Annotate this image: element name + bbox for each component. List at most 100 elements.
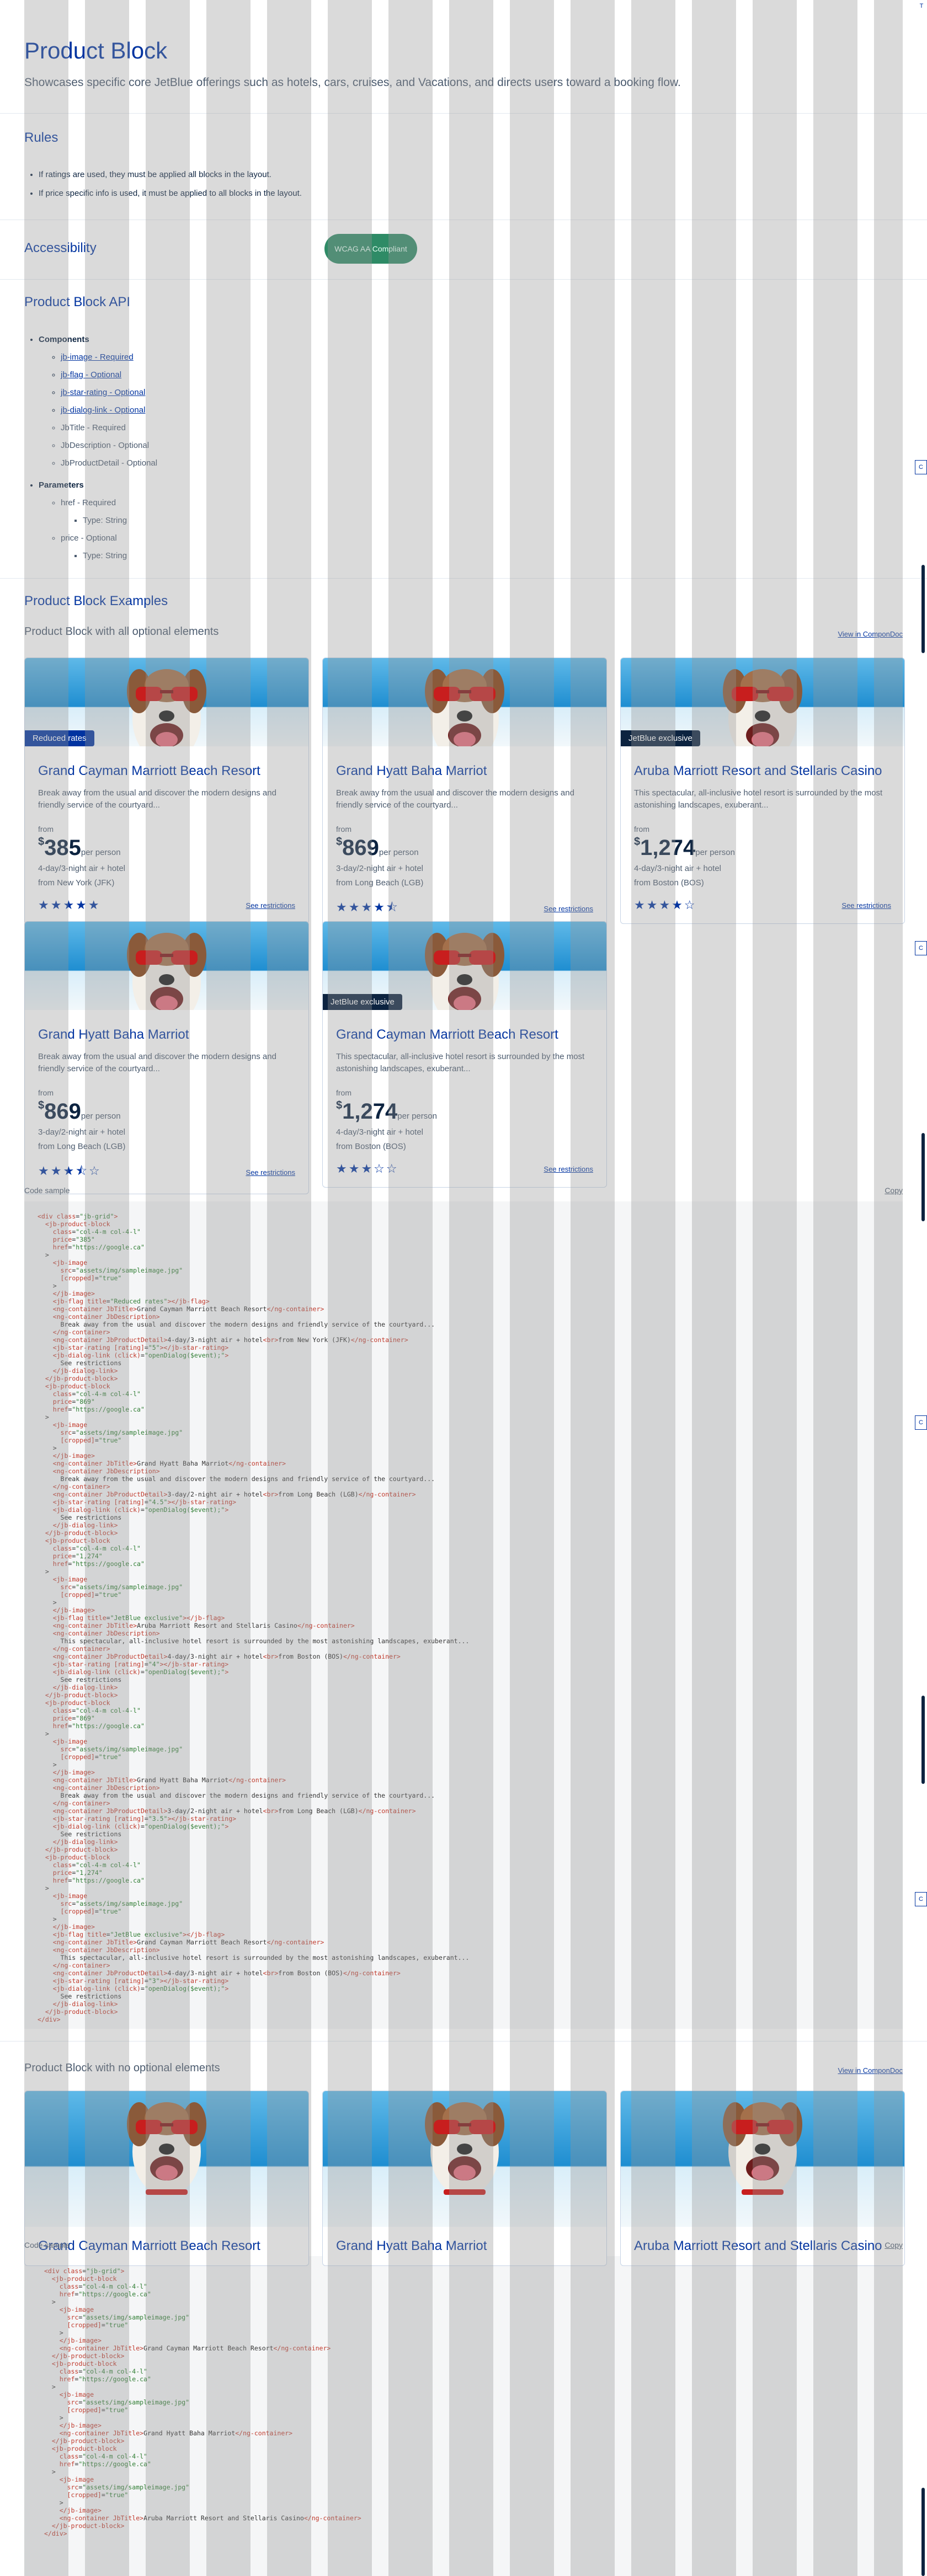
parameters-label: Parameters — [39, 480, 84, 490]
rule-item: If price specific info is used, it must … — [39, 184, 302, 203]
side-tab[interactable]: C — [915, 460, 927, 474]
card-image — [323, 2091, 606, 2227]
scroll-marker — [921, 565, 925, 653]
card-description: Break away from the usual and discover t… — [38, 788, 276, 810]
side-tab[interactable]: C — [915, 1415, 927, 1430]
card-detail: 4-day/3-night air + hotel — [38, 864, 126, 873]
dog-image — [723, 669, 802, 746]
dog-image — [127, 933, 206, 1010]
code-sample[interactable]: <div class="jb-grid"> <jb-product-block … — [24, 2256, 903, 2576]
card-image: JetBlue exclusive — [323, 922, 606, 1010]
card-flag: JetBlue exclusive — [323, 994, 402, 1010]
dog-image — [127, 2102, 206, 2196]
param-href: href - Required — [61, 498, 116, 507]
see-restrictions-link[interactable]: See restrictions — [544, 905, 593, 913]
api-link-jb-star-rating[interactable]: jb-star-rating - Optional — [61, 388, 145, 397]
see-restrictions-link[interactable]: See restrictions — [544, 1165, 593, 1173]
examples-title: Product Block Examples — [24, 594, 168, 608]
card-description: This spectacular, all-inclusive hotel re… — [336, 1052, 585, 1073]
code-sample[interactable]: <div class="jb-grid"> <jb-product-block … — [24, 1201, 903, 2029]
card-title: Grand Hyatt Baha Marriot — [336, 763, 487, 778]
product-card[interactable]: JetBlue exclusive Aruba Marriott Resort … — [620, 658, 905, 924]
dog-image — [127, 669, 206, 746]
card-from-label: from — [38, 1088, 54, 1097]
card-image — [621, 2091, 904, 2227]
card-from-label: from — [634, 825, 649, 833]
card-title: Grand Hyatt Baha Marriot — [38, 1027, 189, 1042]
star-rating: ★★★★★ — [38, 898, 101, 912]
card-image — [323, 658, 606, 746]
product-card[interactable]: Grand Hyatt Baha Marriot Break away from… — [322, 658, 607, 931]
view-in-compondoc-link[interactable]: View in ComponDoc — [838, 630, 903, 638]
card-detail: 3-day/2-night air + hotel — [336, 864, 424, 873]
copy-button[interactable]: Copy — [885, 1186, 903, 1195]
see-restrictions-link[interactable]: See restrictions — [246, 901, 295, 910]
param-price: price - Optional — [61, 533, 117, 543]
code-sample-label: Code sample — [24, 2241, 70, 2249]
components-label: Components — [39, 335, 89, 344]
card-origin: from Long Beach (LGB) — [38, 1142, 126, 1151]
card-description: Break away from the usual and discover t… — [336, 788, 574, 810]
card-origin: from Long Beach (LGB) — [336, 878, 424, 888]
api-list: Components jb-image - Required jb-flag -… — [39, 331, 157, 565]
card-flag: Reduced rates — [25, 730, 94, 746]
scroll-marker — [921, 1133, 925, 1221]
side-tab[interactable]: C — [915, 1892, 927, 1906]
card-price: $1,274per person — [336, 1099, 437, 1124]
card-title: Grand Cayman Marriott Beach Resort — [38, 2238, 260, 2253]
rules-list: If ratings are used, they must be applie… — [39, 165, 302, 203]
card-origin: from Boston (BOS) — [634, 878, 704, 888]
card-price: $869per person — [336, 836, 419, 860]
card-image: Reduced rates — [25, 658, 308, 746]
dog-image — [425, 669, 504, 746]
rule-item: If ratings are used, they must be applie… — [39, 165, 302, 184]
divider — [0, 113, 927, 114]
side-tab[interactable]: C — [915, 941, 927, 955]
product-card[interactable]: Grand Hyatt Baha Marriot Break away from… — [24, 921, 309, 1194]
card-flag: JetBlue exclusive — [621, 730, 700, 746]
product-card[interactable]: JetBlue exclusive Grand Cayman Marriott … — [322, 921, 607, 1188]
param-price-type: Type: String — [83, 547, 157, 565]
dog-image — [425, 933, 504, 1010]
card-from-label: from — [336, 825, 351, 833]
wcag-badge: WCAG AA Compliant — [324, 234, 417, 264]
card-from-label: from — [336, 1088, 351, 1097]
card-detail: 3-day/2-night air + hotel — [38, 1127, 126, 1137]
corner-tab[interactable]: T — [916, 0, 927, 12]
page-subtitle: Showcases specific core JetBlue offering… — [24, 76, 681, 89]
star-rating: ★★★★⯪ — [336, 900, 399, 914]
api-item-jbproductdetail: JbProductDetail - Optional — [61, 455, 157, 472]
rules-title: Rules — [24, 130, 58, 145]
product-card[interactable]: Reduced rates Grand Cayman Marriott Beac… — [24, 658, 309, 924]
star-rating: ★★★⯪☆ — [38, 1164, 102, 1178]
product-card[interactable]: Grand Hyatt Baha Marriot — [322, 2091, 607, 2266]
api-link-jb-dialog-link[interactable]: jb-dialog-link - Optional — [61, 405, 145, 415]
card-image — [25, 2091, 308, 2227]
api-item-jbdescription: JbDescription - Optional — [61, 437, 157, 455]
accessibility-title: Accessibility — [24, 241, 97, 255]
api-title: Product Block API — [24, 295, 131, 309]
api-link-jb-flag[interactable]: jb-flag - Optional — [61, 370, 121, 380]
card-detail: 4-day/3-night air + hotel — [634, 864, 722, 873]
api-item-jbtitle: JbTitle - Required — [61, 419, 157, 437]
see-restrictions-link[interactable]: See restrictions — [841, 901, 891, 910]
scroll-marker — [921, 2488, 925, 2576]
card-price: $1,274per person — [634, 836, 735, 860]
product-card[interactable]: Aruba Marriott Resort and Stellaris Casi… — [620, 2091, 905, 2266]
card-title: Aruba Marriott Resort and Stellaris Casi… — [634, 763, 882, 778]
examples-all-title: Product Block with all optional elements — [24, 626, 219, 638]
view-in-compondoc-link[interactable]: View in ComponDoc — [838, 2066, 903, 2075]
card-description: This spectacular, all-inclusive hotel re… — [634, 788, 883, 810]
dog-image — [425, 2102, 504, 2196]
card-title: Grand Cayman Marriott Beach Resort — [336, 1027, 558, 1042]
page-title: Product Block — [24, 38, 168, 63]
api-link-jb-image[interactable]: jb-image - Required — [61, 352, 134, 362]
copy-button[interactable]: Copy — [885, 2241, 903, 2249]
card-title: Aruba Marriott Resort and Stellaris Casi… — [634, 2238, 882, 2253]
see-restrictions-link[interactable]: See restrictions — [246, 1168, 295, 1177]
card-detail: 4-day/3-night air + hotel — [336, 1127, 424, 1137]
card-image — [25, 922, 308, 1010]
product-card[interactable]: Grand Cayman Marriott Beach Resort — [24, 2091, 309, 2266]
card-origin: from New York (JFK) — [38, 878, 115, 888]
star-rating: ★★★☆☆ — [336, 1162, 399, 1175]
